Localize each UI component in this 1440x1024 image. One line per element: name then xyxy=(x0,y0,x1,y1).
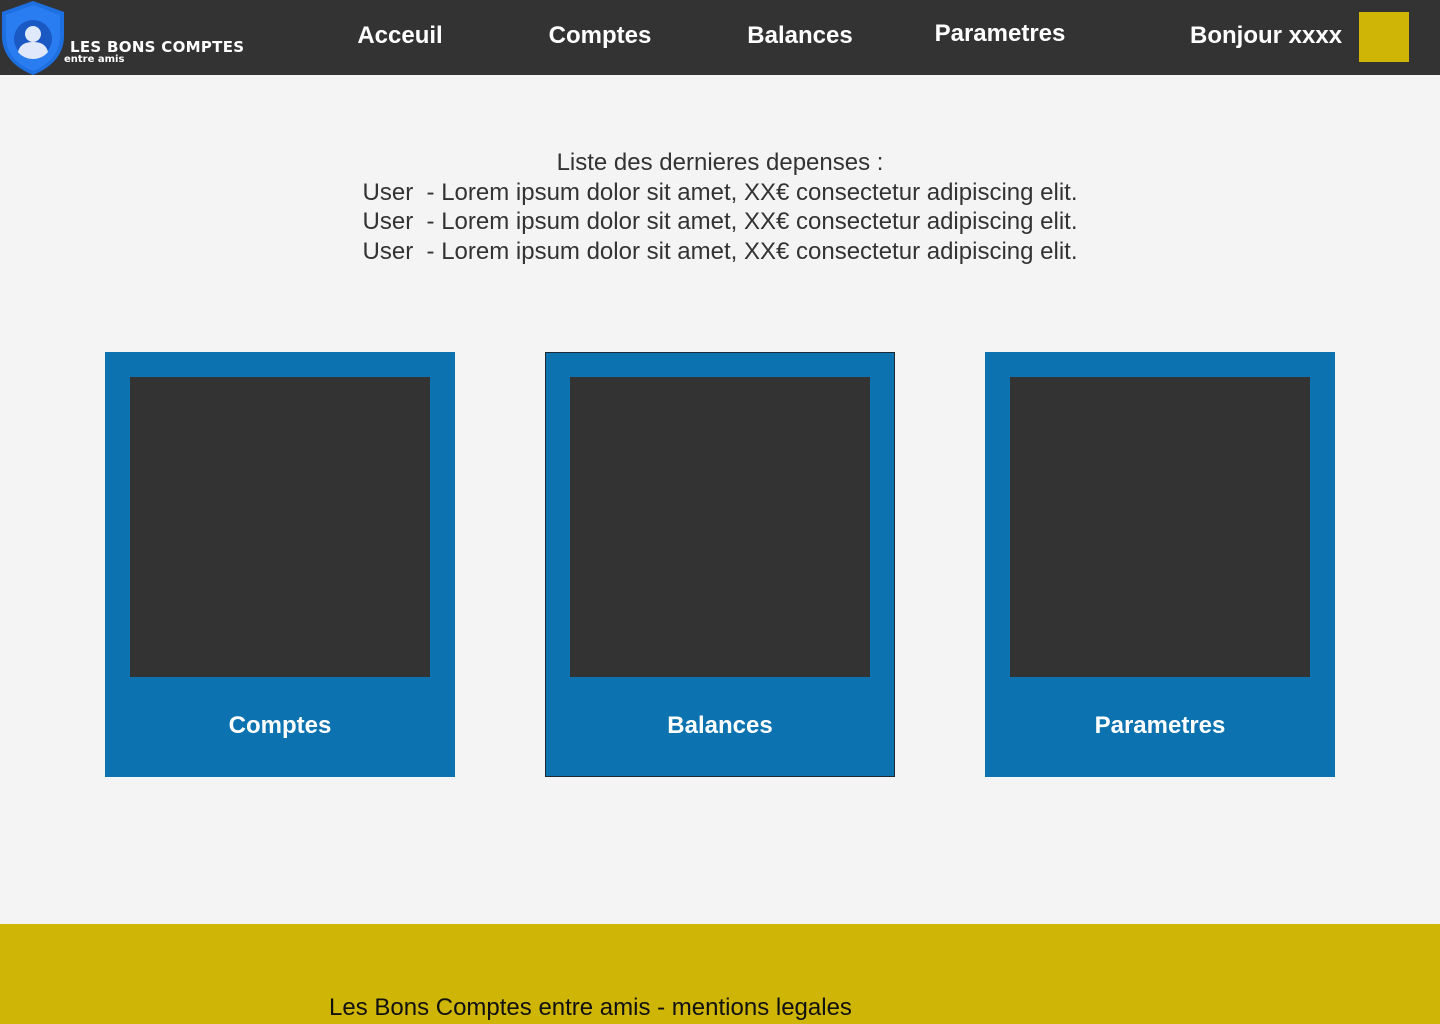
expense-item: User - Lorem ipsum dolor sit amet, XX€ c… xyxy=(0,207,1440,237)
logo-subtitle: entre amis xyxy=(64,54,125,65)
expense-user: User xyxy=(362,208,414,235)
logo[interactable]: LES BONS COMPTES entre amis xyxy=(0,0,260,75)
card-comptes[interactable]: Comptes xyxy=(105,352,455,777)
user-avatar[interactable] xyxy=(1359,12,1409,62)
page: LES BONS COMPTES entre amis Acceuil Comp… xyxy=(0,0,1440,1024)
footer-legal-link[interactable]: Les Bons Comptes entre amis - mentions l… xyxy=(329,994,852,1022)
latest-expenses: Liste des dernieres depenses : User - Lo… xyxy=(0,148,1440,266)
expense-text: - Lorem ipsum dolor sit amet, XX€ consec… xyxy=(426,208,1078,235)
card-image-placeholder xyxy=(1010,377,1310,677)
expense-text: - Lorem ipsum dolor sit amet, XX€ consec… xyxy=(426,237,1078,265)
card-label-balances: Balances xyxy=(667,712,773,739)
expense-user: User xyxy=(362,237,414,265)
card-image-placeholder xyxy=(570,377,870,677)
user-greeting: Bonjour xxxx xyxy=(1190,22,1343,49)
expense-item: User - Lorem ipsum dolor sit amet, XX€ c… xyxy=(0,178,1440,208)
card-parametres[interactable]: Parametres xyxy=(985,352,1335,777)
nav-item-accueil[interactable]: Acceuil xyxy=(300,22,500,50)
card-label-comptes: Comptes xyxy=(228,712,332,739)
expense-text: - Lorem ipsum dolor sit amet, XX€ consec… xyxy=(426,178,1078,206)
expense-item: User - Lorem ipsum dolor sit amet, XX€ c… xyxy=(0,237,1440,267)
nav-item-parametres[interactable]: Parametres xyxy=(900,20,1100,48)
card-image-placeholder xyxy=(130,377,430,677)
header-bar: LES BONS COMPTES entre amis Acceuil Comp… xyxy=(0,0,1440,75)
expenses-heading: Liste des dernieres depenses : xyxy=(556,149,884,176)
nav-item-balances[interactable]: Balances xyxy=(700,22,900,50)
shield-user-icon xyxy=(2,1,64,75)
footer: Les Bons Comptes entre amis - mentions l… xyxy=(0,924,1440,1024)
expense-user: User xyxy=(362,178,414,206)
card-label-parametres: Parametres xyxy=(1094,712,1226,739)
card-balances[interactable]: Balances xyxy=(545,352,895,777)
nav-item-comptes[interactable]: Comptes xyxy=(500,22,700,50)
